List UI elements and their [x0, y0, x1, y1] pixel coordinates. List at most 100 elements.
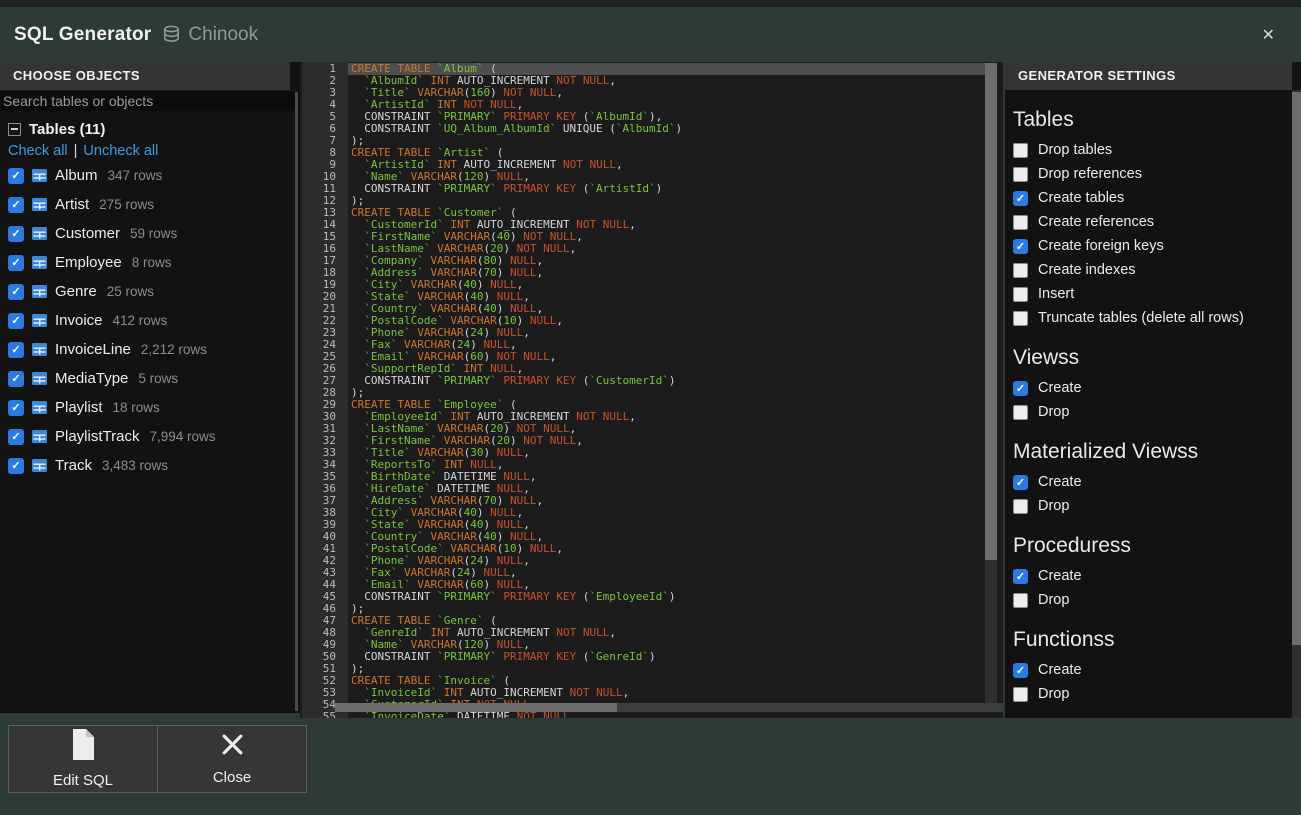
settings-checkbox[interactable] — [1013, 687, 1028, 702]
table-checkbox[interactable] — [8, 458, 24, 474]
dialog-close-icon[interactable]: ✕ — [1262, 25, 1275, 45]
table-checkbox[interactable] — [8, 168, 24, 184]
settings-section-title: Viewss — [1013, 345, 1301, 371]
settings-option[interactable]: Create references — [1013, 210, 1301, 234]
table-row-count: 59 rows — [130, 226, 177, 241]
table-row-count: 25 rows — [107, 284, 154, 299]
settings-option[interactable]: Drop — [1013, 400, 1301, 424]
settings-checkbox[interactable] — [1013, 263, 1028, 278]
settings-option[interactable]: Create tables — [1013, 186, 1301, 210]
search-input[interactable] — [0, 90, 300, 111]
settings-checkbox[interactable] — [1013, 499, 1028, 514]
table-name: MediaType — [55, 370, 128, 387]
table-checkbox[interactable] — [8, 429, 24, 445]
settings-section: Proceduress Create Drop — [1013, 533, 1301, 612]
window-top-strip — [0, 0, 1301, 7]
settings-checkbox[interactable] — [1013, 287, 1028, 302]
settings-option[interactable]: Insert — [1013, 282, 1301, 306]
settings-option-label: Create indexes — [1038, 262, 1136, 278]
close-button[interactable]: Close — [157, 725, 307, 793]
settings-checkbox[interactable] — [1013, 405, 1028, 420]
settings-option[interactable]: Create — [1013, 376, 1301, 400]
settings-checkbox[interactable] — [1013, 167, 1028, 182]
settings-section: Functionss Create Drop — [1013, 627, 1301, 706]
settings-section-title: Functionss — [1013, 627, 1301, 653]
settings-option[interactable]: Drop references — [1013, 162, 1301, 186]
settings-option[interactable]: Create — [1013, 564, 1301, 588]
check-all-link[interactable]: Check all — [8, 143, 68, 159]
settings-checkbox[interactable] — [1013, 593, 1028, 608]
table-list-item[interactable]: Genre 25 rows — [0, 277, 300, 306]
settings-option-label: Create references — [1038, 214, 1154, 230]
line-number: 6 — [302, 123, 348, 135]
table-name: Employee — [55, 254, 122, 271]
database-icon — [162, 25, 181, 44]
table-list-item[interactable]: Artist 275 rows — [0, 190, 300, 219]
settings-checkbox[interactable] — [1013, 311, 1028, 326]
table-checkbox[interactable] — [8, 226, 24, 242]
settings-option-label: Drop tables — [1038, 142, 1112, 158]
table-checkbox[interactable] — [8, 284, 24, 300]
settings-option[interactable]: Create — [1013, 470, 1301, 494]
table-checkbox[interactable] — [8, 342, 24, 358]
table-row-count: 412 rows — [113, 313, 168, 328]
table-list-item[interactable]: Album 347 rows — [0, 161, 300, 190]
table-checkbox[interactable] — [8, 371, 24, 387]
settings-checkbox[interactable] — [1013, 143, 1028, 158]
code-line: CONSTRAINT `PRIMARY` PRIMARY KEY (`Artis… — [348, 183, 985, 195]
table-list-item[interactable]: Invoice 412 rows — [0, 306, 300, 335]
table-row-count: 7,994 rows — [149, 429, 215, 444]
settings-section: Tables Drop tables Drop references Creat… — [1013, 107, 1301, 330]
settings-option[interactable]: Drop tables — [1013, 138, 1301, 162]
close-button-label: Close — [213, 769, 251, 786]
table-name: Invoice — [55, 312, 103, 329]
line-number: 3 — [302, 87, 348, 99]
settings-option[interactable]: Truncate tables (delete all rows) — [1013, 306, 1301, 330]
uncheck-all-link[interactable]: Uncheck all — [83, 143, 158, 159]
link-separator: | — [74, 143, 78, 159]
settings-checkbox[interactable] — [1013, 475, 1028, 490]
collapse-icon[interactable] — [8, 123, 21, 136]
settings-checkbox[interactable] — [1013, 381, 1028, 396]
table-list-item[interactable]: Customer 59 rows — [0, 219, 300, 248]
settings-checkbox[interactable] — [1013, 663, 1028, 678]
table-list-item[interactable]: PlaylistTrack 7,994 rows — [0, 422, 300, 451]
table-list-item[interactable]: MediaType 5 rows — [0, 364, 300, 393]
table-list-item[interactable]: Employee 8 rows — [0, 248, 300, 277]
line-numbers-gutter: 1234567891011121314151617181920212223242… — [302, 62, 348, 718]
table-list-item[interactable]: Playlist 18 rows — [0, 393, 300, 422]
left-panel-scrollbar[interactable] — [295, 92, 298, 711]
code-area[interactable]: CREATE TABLE `Album` ( `AlbumId` INT AUT… — [348, 62, 985, 718]
settings-option[interactable]: Create — [1013, 658, 1301, 682]
settings-section-title: Materialized Viewss — [1013, 439, 1301, 465]
bulk-select-links: Check all | Uncheck all — [0, 140, 300, 161]
settings-option[interactable]: Drop — [1013, 682, 1301, 706]
settings-option-label: Create foreign keys — [1038, 238, 1164, 254]
settings-scrollbar-thumb[interactable] — [1292, 92, 1301, 645]
settings-checkbox[interactable] — [1013, 239, 1028, 254]
table-list-item[interactable]: Track 3,483 rows — [0, 451, 300, 480]
edit-sql-button[interactable]: Edit SQL — [8, 725, 158, 793]
edit-sql-button-label: Edit SQL — [53, 772, 113, 789]
table-checkbox[interactable] — [8, 255, 24, 271]
table-checkbox[interactable] — [8, 313, 24, 329]
settings-option[interactable]: Drop — [1013, 494, 1301, 518]
table-list-item[interactable]: InvoiceLine 2,212 rows — [0, 335, 300, 364]
settings-option[interactable]: Create indexes — [1013, 258, 1301, 282]
settings-option[interactable]: Create foreign keys — [1013, 234, 1301, 258]
editor-horizontal-scrollbar-thumb[interactable] — [335, 703, 617, 712]
code-line: CONSTRAINT `PRIMARY` PRIMARY KEY (`Emplo… — [348, 591, 985, 603]
tables-list: Album 347 rows Artist 275 rows Customer … — [0, 161, 300, 480]
editor-vertical-scrollbar-thumb[interactable] — [985, 63, 997, 560]
tables-group-row[interactable]: Tables (11) — [0, 118, 300, 140]
settings-checkbox[interactable] — [1013, 191, 1028, 206]
settings-option[interactable]: Drop — [1013, 588, 1301, 612]
settings-checkbox[interactable] — [1013, 215, 1028, 230]
table-checkbox[interactable] — [8, 197, 24, 213]
code-line: CONSTRAINT `UQ_Album_AlbumId` UNIQUE (`A… — [348, 123, 985, 135]
table-row-count: 275 rows — [99, 197, 154, 212]
settings-checkbox[interactable] — [1013, 569, 1028, 584]
table-name: PlaylistTrack — [55, 428, 139, 445]
table-checkbox[interactable] — [8, 400, 24, 416]
table-row-count: 3,483 rows — [102, 458, 168, 473]
